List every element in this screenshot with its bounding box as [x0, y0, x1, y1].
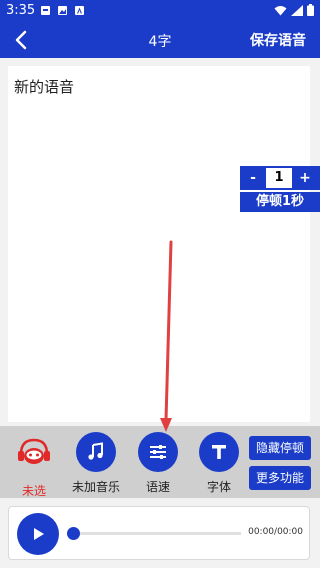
- playback-time: 00:00/00:00: [248, 527, 303, 537]
- robot-avatar-icon: [18, 438, 50, 464]
- audio-player: 00:00/00:00: [0, 498, 320, 568]
- speed-button[interactable]: 语速: [128, 432, 188, 495]
- font-label: 字体: [206, 480, 231, 494]
- sliders-icon: [150, 445, 166, 459]
- text-editor[interactable]: 新的语音: [8, 66, 310, 422]
- image-notification-icon: [58, 6, 67, 15]
- insert-pause-button[interactable]: 停顿1秒: [240, 192, 320, 212]
- music-note-icon: [88, 442, 103, 460]
- progress-track[interactable]: [73, 532, 241, 535]
- pause-value[interactable]: 1: [266, 168, 292, 188]
- pause-increase-button[interactable]: +: [292, 166, 318, 190]
- wifi-icon: [274, 5, 287, 15]
- player-box: 00:00/00:00: [8, 506, 310, 560]
- content-area: 新的语音: [0, 58, 320, 426]
- pause-decrease-button[interactable]: -: [240, 166, 266, 190]
- more-functions-button[interactable]: 更多功能: [249, 466, 311, 490]
- status-time: 3:35: [6, 3, 36, 18]
- speed-label: 语速: [145, 480, 170, 494]
- bottom-toolbar: 未选 未加音乐 语速 字体 隐藏停顿 更多功能: [0, 426, 320, 498]
- add-music-label: 未加音乐: [71, 480, 120, 494]
- editor-text[interactable]: 新的语音: [14, 76, 74, 97]
- status-bar: 3:35: [0, 0, 320, 22]
- app-bar: 4字 保存语音: [0, 22, 320, 58]
- progress-thumb[interactable]: [67, 527, 80, 540]
- signal-icon: [291, 4, 303, 16]
- hide-pause-button[interactable]: 隐藏停顿: [249, 436, 311, 460]
- play-button[interactable]: [17, 513, 59, 555]
- voice-select-button[interactable]: 未选: [4, 432, 64, 499]
- voice-select-label: 未选: [21, 484, 46, 498]
- text-t-icon: [212, 445, 226, 459]
- font-notification-icon: [75, 6, 84, 15]
- add-music-button[interactable]: 未加音乐: [66, 432, 126, 495]
- notification-icon: [41, 6, 50, 15]
- battery-icon: [307, 4, 314, 16]
- pause-control: - 1 + 停顿1秒: [240, 166, 320, 212]
- font-button[interactable]: 字体: [189, 432, 249, 495]
- play-icon: [34, 528, 44, 540]
- save-voice-button[interactable]: 保存语音: [250, 30, 306, 50]
